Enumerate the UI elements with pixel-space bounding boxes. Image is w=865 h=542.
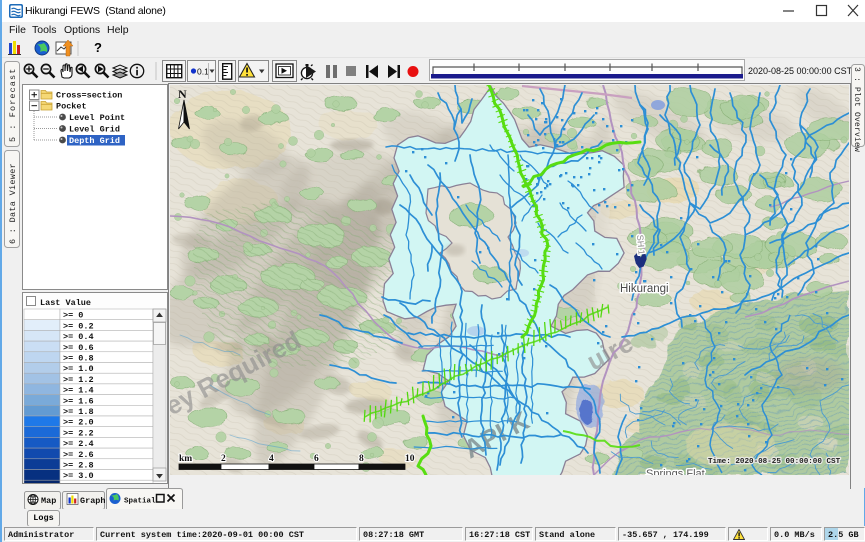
svg-text:>= 2.8: >= 2.8	[63, 461, 94, 471]
svg-text:>= 0.6: >= 0.6	[63, 343, 94, 353]
svg-text:8: 8	[359, 454, 364, 464]
svg-text:>= 1.0: >= 1.0	[63, 364, 94, 374]
svg-text:Depth Grid: Depth Grid	[69, 136, 120, 146]
svg-text:>= 0.4: >= 0.4	[63, 332, 94, 342]
svg-text:>= 3.0: >= 3.0	[63, 471, 94, 481]
svg-text:2: 2	[221, 454, 226, 464]
svg-text:>= 2.0: >= 2.0	[63, 418, 94, 428]
svg-text:2020-08-25 00:00:00 CST: 2020-08-25 00:00:00 CST	[748, 66, 851, 76]
svg-text:Level Grid: Level Grid	[69, 125, 120, 135]
svg-text:>= 0.8: >= 0.8	[63, 354, 94, 364]
svg-text:SH 1: SH 1	[635, 234, 647, 255]
svg-text:Level Point: Level Point	[69, 113, 125, 123]
svg-text:Spatial: Spatial	[124, 498, 156, 506]
svg-text:10: 10	[405, 454, 415, 464]
svg-text:km: km	[179, 454, 192, 464]
svg-text:5 : Forecast: 5 : Forecast	[8, 68, 18, 142]
svg-text:0.1: 0.1	[197, 67, 209, 77]
svg-text:>= 1.4: >= 1.4	[63, 386, 94, 396]
svg-text:Graph: Graph	[80, 496, 106, 506]
svg-text:6: 6	[314, 454, 319, 464]
svg-text:Map: Map	[41, 496, 56, 506]
svg-text:>= 3.2: >= 3.2	[63, 482, 94, 483]
svg-text:6 : Data Viewer: 6 : Data Viewer	[8, 163, 18, 244]
svg-text:N: N	[178, 87, 187, 101]
svg-text:Cross=section: Cross=section	[56, 91, 122, 101]
svg-text:>= 2.2: >= 2.2	[63, 428, 94, 438]
svg-text:>= 0.2: >= 0.2	[63, 321, 94, 331]
svg-text:>= 2.4: >= 2.4	[63, 439, 94, 449]
svg-text:Pocket: Pocket	[56, 102, 87, 112]
svg-text:Time: 2020-08-25 00:00:00 CST: Time: 2020-08-25 00:00:00 CST	[708, 458, 841, 466]
svg-text:3 : Plot Overview: 3 : Plot Overview	[852, 67, 861, 152]
svg-text:Springs Flat: Springs Flat	[646, 468, 705, 475]
svg-text:>= 2.6: >= 2.6	[63, 450, 94, 460]
svg-text:>= 0: >= 0	[63, 311, 83, 321]
svg-text:>= 1.8: >= 1.8	[63, 407, 94, 417]
svg-text:>= 1.6: >= 1.6	[63, 396, 94, 406]
svg-text:Hikurangi: Hikurangi	[620, 283, 669, 295]
svg-text:>= 1.2: >= 1.2	[63, 375, 94, 385]
svg-text:4: 4	[269, 454, 274, 464]
svg-text:Last Value: Last Value	[40, 298, 91, 308]
